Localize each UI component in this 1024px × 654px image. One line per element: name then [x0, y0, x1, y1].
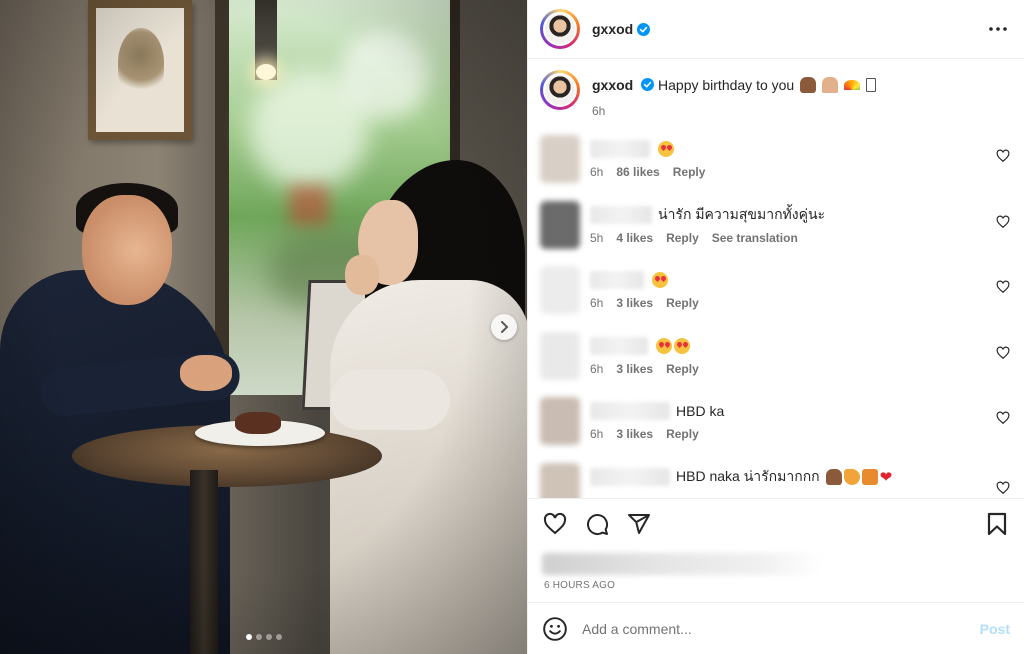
like-comment-heart-icon[interactable]	[996, 411, 1010, 425]
caption-text: Happy birthday to you	[658, 77, 795, 93]
comment-time[interactable]: 5h	[590, 231, 603, 245]
comment-text: น่ารัก มีความสุขมากทั้งคู่นะ	[658, 205, 826, 222]
reply-button[interactable]: Reply	[666, 362, 699, 376]
reply-button[interactable]: Reply	[666, 296, 699, 310]
party-emoji	[843, 468, 860, 485]
avatar[interactable]	[543, 12, 577, 46]
save-button[interactable]	[984, 511, 1010, 537]
liked-by-row[interactable]	[528, 548, 1024, 580]
comment-avatar-blurred[interactable]	[540, 135, 580, 183]
reply-button[interactable]: Reply	[673, 165, 706, 179]
caption-username[interactable]: gxxod	[592, 77, 633, 93]
comment-likes[interactable]: 3 likes	[616, 362, 653, 376]
more-horizontal-icon	[989, 27, 1007, 31]
add-comment-bar: Post	[528, 602, 1024, 654]
comment-avatar-blurred[interactable]	[540, 397, 580, 445]
gift-emoji	[861, 468, 878, 485]
like-button[interactable]	[542, 511, 568, 537]
like-comment-heart-icon[interactable]	[996, 280, 1010, 294]
like-comment-heart-icon[interactable]	[996, 481, 1010, 495]
comment-text: HBD ka	[676, 403, 725, 419]
comment-avatar-blurred[interactable]	[540, 462, 580, 498]
cake-emoji	[800, 77, 817, 93]
comment-text: HBD naka น่ารักมากกก	[676, 467, 820, 484]
bookmark-icon	[987, 512, 1007, 535]
send-paper-plane-icon	[628, 513, 650, 534]
see-translation-button[interactable]: See translation	[712, 231, 798, 245]
post-timestamp[interactable]: 6 HOURS AGO	[528, 580, 1024, 598]
post-caption: gxxod Happy birthday to you 6h	[528, 59, 1024, 135]
heart-eyes-emoji	[656, 337, 672, 354]
pray-emoji	[822, 77, 838, 93]
like-comment-heart-icon[interactable]	[996, 215, 1010, 229]
chevron-right-icon	[501, 321, 509, 333]
commenter-name-blurred[interactable]	[590, 402, 670, 420]
comment-time[interactable]: 6h	[590, 362, 603, 376]
carousel-dot	[265, 634, 272, 640]
red-heart-emoji	[880, 468, 896, 486]
verified-badge-icon	[641, 78, 655, 91]
commenter-name-blurred[interactable]	[590, 336, 648, 355]
post-comment-button[interactable]: Post	[980, 621, 1010, 637]
comment-item: HBD ka 6h 3 likes Reply	[528, 397, 1024, 463]
comment-item: 6h 3 likes Reply	[528, 331, 1024, 398]
share-button[interactable]	[626, 511, 652, 537]
reply-button[interactable]: Reply	[666, 231, 699, 245]
post-header: gxxod	[528, 0, 1024, 59]
comment-item: 6h 3 likes Reply	[528, 266, 1024, 332]
comment-avatar-blurred[interactable]	[540, 266, 580, 314]
rainbow-emoji	[843, 80, 860, 90]
story-ring[interactable]	[540, 9, 580, 49]
comment-button[interactable]	[584, 511, 610, 537]
more-options-button[interactable]	[986, 17, 1010, 41]
reply-button[interactable]: Reply	[666, 427, 699, 441]
comments-list[interactable]: gxxod Happy birthday to you 6h 6h 86 lik…	[528, 59, 1024, 498]
comment-avatar-blurred[interactable]	[540, 200, 580, 249]
post-details-panel: gxxod gxxod Happy birthday to you 6h 6h …	[527, 0, 1024, 654]
heart-eyes-emoji	[658, 141, 674, 157]
commenter-name-blurred[interactable]	[590, 205, 652, 224]
comment-likes[interactable]: 86 likes	[616, 165, 659, 179]
like-comment-heart-icon[interactable]	[996, 149, 1010, 163]
comment-likes[interactable]: 4 likes	[616, 231, 653, 245]
post-photo[interactable]	[0, 0, 527, 654]
caption-time[interactable]: 6h	[592, 102, 605, 120]
cake-emoji	[825, 468, 842, 485]
commenter-name-blurred[interactable]	[590, 140, 650, 158]
comment-likes[interactable]: 3 likes	[616, 296, 653, 310]
carousel-indicator	[0, 634, 527, 640]
comment-likes[interactable]: 3 likes	[616, 427, 653, 441]
comment-bubble-icon	[587, 513, 609, 535]
commenter-name-blurred[interactable]	[590, 271, 644, 289]
caption-story-ring[interactable]	[540, 70, 580, 110]
comment-item: HBD naka น่ารักมากกก	[528, 462, 1024, 498]
comment-item: น่ารัก มีความสุขมากทั้งคู่นะ 5h 4 likes …	[528, 200, 1024, 267]
comment-time[interactable]: 6h	[590, 296, 603, 310]
verified-badge-icon	[637, 22, 651, 36]
post-actions-bar	[528, 498, 1024, 548]
like-comment-heart-icon[interactable]	[996, 346, 1010, 360]
comment-time[interactable]: 6h	[590, 427, 603, 441]
emoji-smile-icon[interactable]	[542, 616, 568, 642]
header-username[interactable]: gxxod	[592, 21, 633, 37]
instagram-post-modal: gxxod gxxod Happy birthday to you 6h 6h …	[0, 0, 1024, 654]
commenter-name-blurred[interactable]	[590, 467, 670, 486]
heart-icon	[543, 512, 567, 534]
liked-by-blurred	[542, 553, 822, 575]
comment-avatar-blurred[interactable]	[540, 331, 580, 380]
heart-eyes-emoji	[652, 272, 668, 288]
caption-avatar[interactable]	[543, 73, 577, 107]
carousel-dot	[275, 634, 282, 640]
carousel-dot	[245, 634, 252, 640]
comment-item: 6h 86 likes Reply	[528, 135, 1024, 201]
carousel-dot	[255, 634, 262, 640]
comment-time[interactable]: 6h	[590, 165, 603, 179]
comment-input[interactable]	[582, 620, 980, 637]
heart-eyes-emoji	[674, 337, 690, 354]
box-emoji	[865, 78, 876, 92]
carousel-next-button[interactable]	[491, 314, 517, 340]
